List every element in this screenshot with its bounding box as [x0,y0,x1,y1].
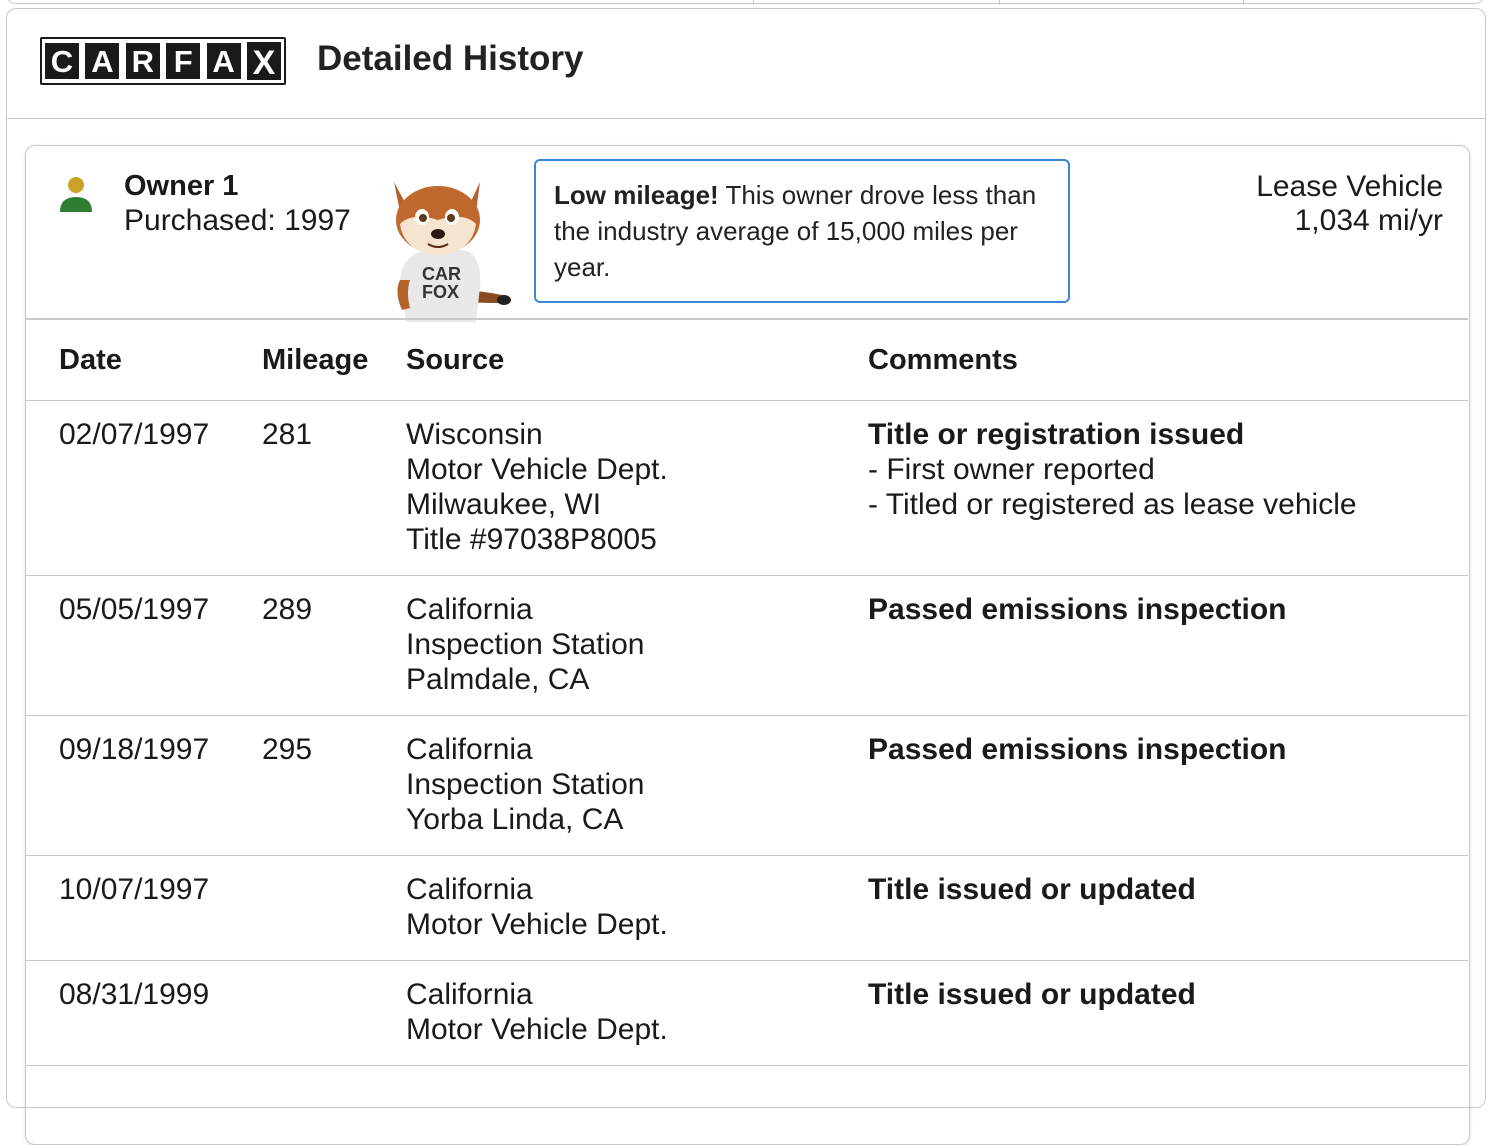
cell-mileage: 281 [262,400,406,576]
source-line: Inspection Station [406,768,645,801]
cell-comments: Passed emissions inspection [868,575,1468,716]
cell-mileage [262,855,406,961]
cell-comments: Title or registration issued - First own… [868,400,1468,576]
column-header-date: Date [26,319,262,401]
logo-letter: X [246,42,281,80]
table-row: 09/18/1997 295 California Inspection Sta… [26,715,1468,856]
comment-title: Title issued or updated [868,978,1196,1011]
source-line: Yorba Linda, CA [406,803,624,836]
cell-source: Wisconsin Motor Vehicle Dept. Milwaukee,… [406,400,868,576]
cell-mileage: 289 [262,575,406,716]
source-line: California [406,593,533,626]
cell-source: California Inspection Station Yorba Lind… [406,715,868,856]
mascot-shirt-line: FOX [422,282,459,302]
column-header-comments: Comments [868,319,1468,401]
column-header-source: Source [406,319,868,401]
table-row: 10/07/1997 California Motor Vehicle Dept… [26,855,1468,961]
logo-letter: F [166,43,201,79]
source-line: California [406,978,533,1011]
column-divider [1243,0,1244,5]
table-header-row: Date Mileage Source Comments [26,319,1468,401]
logo-letter: A [85,43,120,79]
owner-person-icon [60,177,92,212]
vehicle-type: Lease Vehicle [1256,170,1443,203]
cell-date: 02/07/1997 [26,400,262,576]
source-line: Title #97038P8005 [406,523,657,556]
source-line: Milwaukee, WI [406,488,602,521]
source-line: Palmdale, CA [406,663,590,696]
logo-letter: A [206,43,241,79]
cell-comments: Title issued or updated [868,855,1468,961]
cell-source: California Inspection Station Palmdale, … [406,575,868,716]
cell-date: 05/05/1997 [26,575,262,716]
cell-mileage [262,960,406,1066]
cell-date: 08/31/1999 [26,960,262,1066]
comment-title: Title issued or updated [868,873,1196,906]
cell-source: California Motor Vehicle Dept. [406,960,868,1066]
cell-mileage: 295 [262,715,406,856]
cell-source: California Motor Vehicle Dept. [406,855,868,961]
previous-section-bottom [6,0,1485,5]
table-row: 08/31/1999 California Motor Vehicle Dept… [26,960,1468,1066]
ownership-summary: Lease Vehicle 1,034 mi/yr [1256,170,1443,238]
callout-highlight: Low mileage! [554,180,719,210]
cell-date: 09/18/1997 [26,715,262,856]
source-line: Motor Vehicle Dept. [406,453,668,486]
source-line: Motor Vehicle Dept. [406,908,668,941]
detailed-history-section: C A R F A X Detailed History Owner 1 Pur… [6,8,1486,1145]
cell-comments: Passed emissions inspection [868,715,1468,856]
source-line: California [406,733,533,766]
mascot-shirt-line: CAR [422,264,461,284]
source-line: Wisconsin [406,418,543,451]
comment-title: Title or registration issued [868,418,1245,451]
cell-comments: Title issued or updated [868,960,1468,1066]
logo-letter: R [125,43,160,79]
owner-name: Owner 1 [124,170,239,202]
comment-item: - Titled or registered as lease vehicle [868,488,1357,521]
page-title: Detailed History [317,39,584,78]
low-mileage-callout: Low mileage! This owner drove less than … [534,159,1070,303]
carfax-logo: C A R F A X [40,37,286,85]
column-header-mileage: Mileage [262,319,406,401]
comment-item: - First owner reported [868,453,1155,486]
miles-per-year: 1,034 mi/yr [1294,204,1443,237]
column-divider [999,0,1000,5]
carfox-mascot-icon: CAR FOX [394,182,511,322]
comment-title: Passed emissions inspection [868,733,1287,766]
owner-card: Owner 1 Purchased: 1997 CAR FOX Low mile… [25,145,1470,1145]
column-divider [753,0,754,5]
table-row: 05/05/1997 289 California Inspection Sta… [26,575,1468,716]
table-row: 02/07/1997 281 Wisconsin Motor Vehicle D… [26,400,1468,576]
section-header: C A R F A X Detailed History [7,9,1485,119]
source-line: Motor Vehicle Dept. [406,1013,668,1046]
comment-title: Passed emissions inspection [868,593,1287,626]
logo-letter: C [45,43,79,79]
owner-purchased: Purchased: 1997 [124,204,351,237]
source-line: California [406,873,533,906]
cell-date: 10/07/1997 [26,855,262,961]
history-table: Date Mileage Source Comments 02/07/1997 … [26,318,1468,1066]
source-line: Inspection Station [406,628,645,661]
